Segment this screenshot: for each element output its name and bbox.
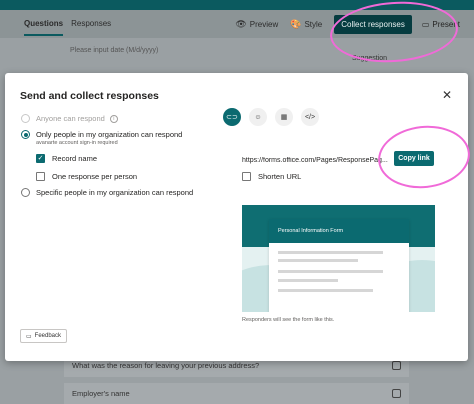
- one-response-checkbox[interactable]: One response per person: [36, 172, 137, 181]
- close-icon[interactable]: ✕: [442, 88, 452, 102]
- present-icon: ▭: [421, 19, 430, 29]
- preview-line: [278, 279, 338, 282]
- checkbox-box[interactable]: [36, 172, 45, 181]
- preview-line: [278, 251, 383, 254]
- shorten-url-checkbox[interactable]: Shorten URL: [242, 172, 301, 181]
- radio-org-only[interactable]: [21, 130, 30, 139]
- share-mode-buttons: ⊂⊃ ☺ ▦ </>: [223, 108, 319, 126]
- style-button[interactable]: 🎨 Style: [290, 19, 322, 30]
- share-link-field[interactable]: https://forms.office.com/Pages/ResponseP…: [242, 157, 390, 164]
- option-anyone: Anyone can respond i: [21, 114, 118, 123]
- radio-anyone: [21, 114, 30, 123]
- option-specific[interactable]: Specific people in my organization can r…: [21, 188, 193, 197]
- radio-specific[interactable]: [21, 188, 30, 197]
- dialog-title: Send and collect responses: [20, 90, 159, 102]
- preview-line: [278, 270, 383, 273]
- question-type-icon: [392, 361, 401, 370]
- check-icon[interactable]: ✓: [36, 154, 45, 163]
- embed-icon[interactable]: </>: [301, 108, 319, 126]
- tab-responses[interactable]: Responses: [71, 10, 111, 38]
- question-type-icon: [392, 389, 401, 398]
- collect-responses-button[interactable]: Collect responses: [334, 14, 412, 34]
- eye-icon: 👁: [235, 18, 247, 29]
- checkbox-box[interactable]: [242, 172, 251, 181]
- palette-icon: 🎨: [290, 18, 302, 29]
- info-icon[interactable]: i: [109, 114, 118, 123]
- app-toolbar: Questions Responses 👁 Preview 🎨 Style Co…: [0, 10, 474, 38]
- org-sub-text: avanarte account sign-in required: [36, 140, 118, 146]
- qr-icon[interactable]: ▦: [275, 108, 293, 126]
- preview-line: [278, 259, 358, 262]
- preview-line: [278, 289, 373, 292]
- preview-card: Personal Information Form: [269, 219, 409, 312]
- top-strip: [0, 0, 474, 10]
- preview-button[interactable]: 👁 Preview: [235, 19, 278, 30]
- chat-icon: ▭: [26, 333, 32, 340]
- send-collect-dialog: Send and collect responses ✕ Anyone can …: [5, 73, 468, 361]
- present-button[interactable]: ▭ Present: [422, 20, 460, 29]
- bg-question-row: Employer's name: [64, 383, 409, 404]
- preview-note: Responders will see the form like this.: [242, 317, 335, 323]
- copy-link-button[interactable]: Copy link: [394, 151, 434, 166]
- people-icon[interactable]: ☺: [249, 108, 267, 126]
- preview-title: Personal Information Form: [269, 219, 409, 243]
- bg-date-input: Please input date (M/d/yyyy): [70, 47, 159, 54]
- option-org-only[interactable]: Only people in my organization can respo…: [21, 130, 182, 139]
- tab-questions[interactable]: Questions: [24, 10, 64, 38]
- suggestion-label: Suggestion: [352, 55, 388, 62]
- feedback-button[interactable]: ▭ Feedback: [20, 329, 68, 343]
- record-name-checkbox[interactable]: ✓ Record name: [36, 154, 97, 163]
- form-preview: Personal Information Form: [242, 205, 435, 312]
- link-icon[interactable]: ⊂⊃: [223, 108, 241, 126]
